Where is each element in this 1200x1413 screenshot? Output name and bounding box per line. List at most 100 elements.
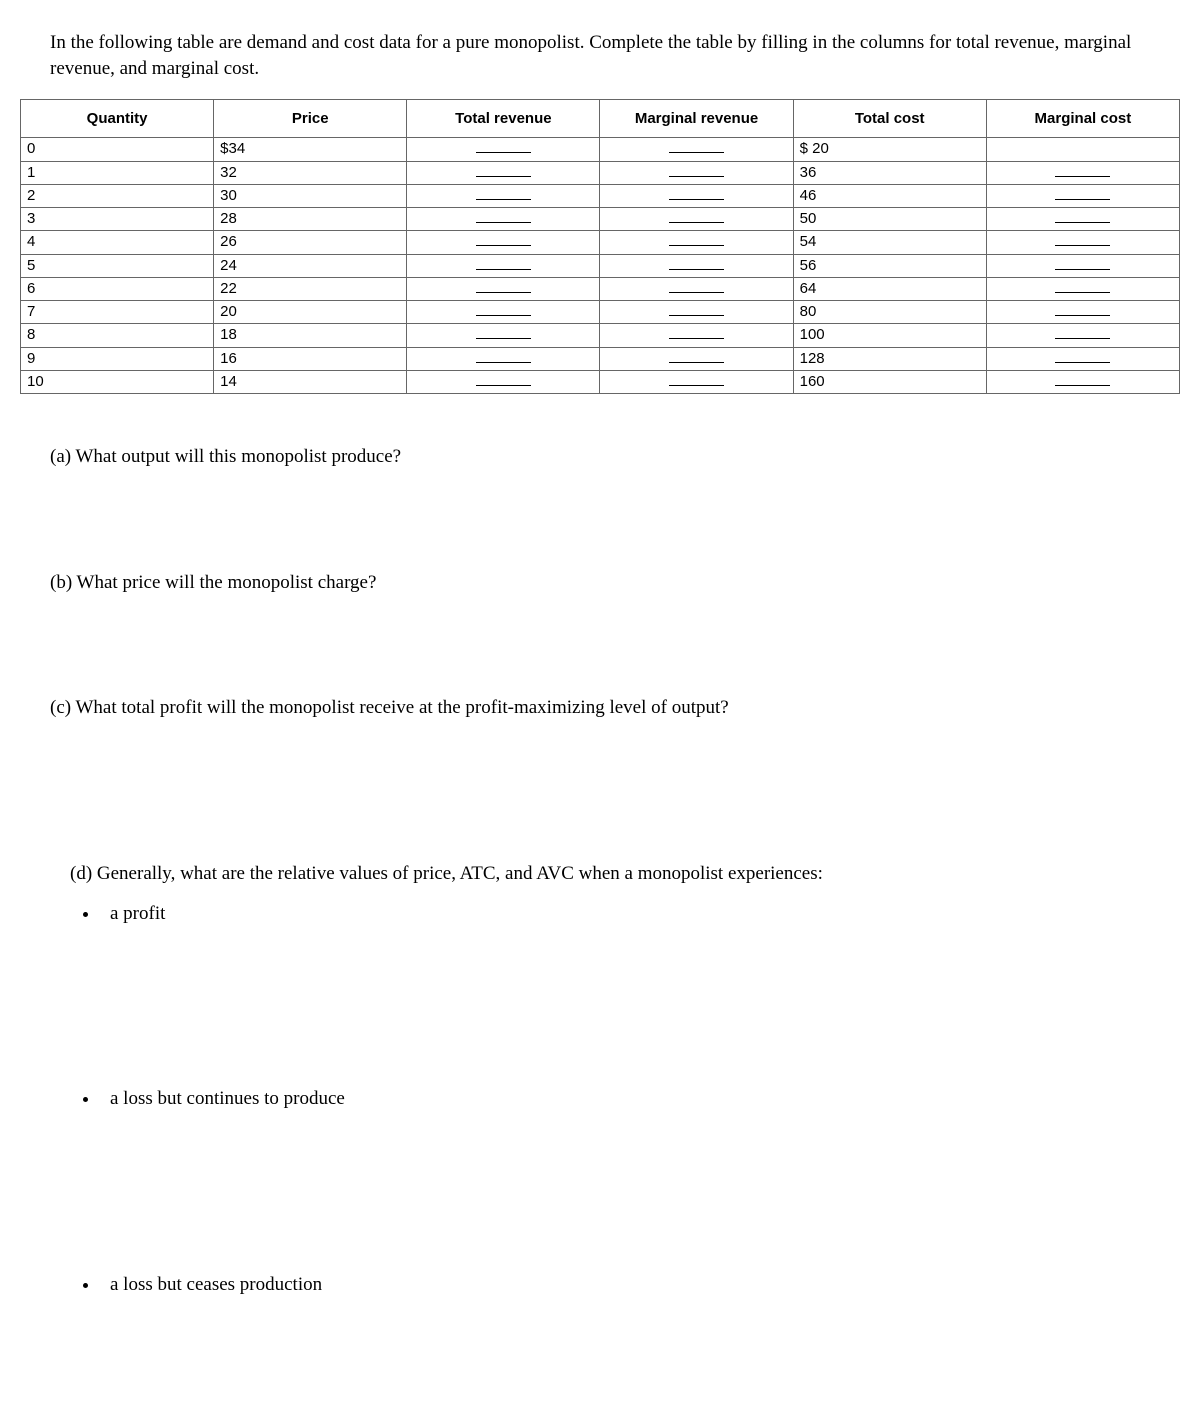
blank-line [669,199,724,200]
cell-total-revenue-blank [407,254,600,277]
cell-total-revenue-blank [407,161,600,184]
table-row: 230 46 [21,184,1180,207]
cell-quantity: 9 [21,347,214,370]
cell-total-cost: 160 [793,370,986,393]
cell-price: 20 [214,301,407,324]
header-marginal-revenue: Marginal revenue [600,100,793,138]
cell-total-revenue-blank [407,138,600,161]
blank-line [669,292,724,293]
blank-line [1055,199,1110,200]
question-b: (b) What price will the monopolist charg… [50,570,1180,596]
cell-quantity: 8 [21,324,214,347]
cell-price: 28 [214,208,407,231]
blank-line [669,338,724,339]
cell-marginal-cost-blank [986,277,1179,300]
cell-total-cost: 36 [793,161,986,184]
blank-line [1055,269,1110,270]
monopolist-data-table: Quantity Price Total revenue Marginal re… [20,99,1180,394]
cell-marginal-cost-blank [986,231,1179,254]
blank-line [669,362,724,363]
cell-quantity: 10 [21,370,214,393]
cell-marginal-revenue-blank [600,277,793,300]
question-c: (c) What total profit will the monopolis… [50,695,1180,721]
cell-total-cost: 54 [793,231,986,254]
header-total-cost: Total cost [793,100,986,138]
cell-marginal-cost-blank [986,161,1179,184]
cell-total-cost: 50 [793,208,986,231]
blank-line [669,176,724,177]
table-row: 916 128 [21,347,1180,370]
blank-line [669,245,724,246]
cell-marginal-revenue-blank [600,301,793,324]
table-row: 1014 160 [21,370,1180,393]
cell-price: 30 [214,184,407,207]
header-total-revenue: Total revenue [407,100,600,138]
question-a: (a) What output will this monopolist pro… [50,444,1180,470]
cell-total-revenue-blank [407,184,600,207]
cell-marginal-revenue-blank [600,208,793,231]
header-price: Price [214,100,407,138]
cell-quantity: 3 [21,208,214,231]
cell-total-revenue-blank [407,277,600,300]
cell-total-revenue-blank [407,347,600,370]
blank-line [1055,362,1110,363]
cell-marginal-cost-blank [986,138,1179,161]
cell-total-cost: 46 [793,184,986,207]
cell-price: $34 [214,138,407,161]
header-quantity: Quantity [21,100,214,138]
cell-marginal-cost-blank [986,347,1179,370]
cell-price: 16 [214,347,407,370]
cell-total-cost: $ 20 [793,138,986,161]
cell-price: 14 [214,370,407,393]
cell-total-revenue-blank [407,324,600,347]
question-d-intro: (d) Generally, what are the relative val… [70,861,1180,887]
cell-marginal-revenue-blank [600,138,793,161]
blank-line [476,176,531,177]
cell-total-cost: 64 [793,277,986,300]
table-row: 524 56 [21,254,1180,277]
blank-line [669,152,724,153]
cell-price: 26 [214,231,407,254]
blank-line [669,315,724,316]
cell-quantity: 0 [21,138,214,161]
blank-line [669,269,724,270]
cell-quantity: 1 [21,161,214,184]
blank-line [476,315,531,316]
blank-line [669,385,724,386]
blank-line [476,152,531,153]
cell-marginal-revenue-blank [600,184,793,207]
cell-quantity: 5 [21,254,214,277]
d-item-loss-continue: a loss but continues to produce [100,1086,1180,1112]
blank-line [1055,315,1110,316]
cell-total-cost: 100 [793,324,986,347]
cell-total-cost: 56 [793,254,986,277]
d-item-profit: a profit [100,901,1180,927]
blank-line [476,292,531,293]
blank-line [1055,385,1110,386]
blank-line [669,222,724,223]
table-row: 818 100 [21,324,1180,347]
cell-total-cost: 128 [793,347,986,370]
cell-quantity: 6 [21,277,214,300]
table-row: 62264 [21,277,1180,300]
blank-line [1055,176,1110,177]
blank-line [1055,292,1110,293]
cell-total-revenue-blank [407,301,600,324]
header-marginal-cost: Marginal cost [986,100,1179,138]
cell-marginal-revenue-blank [600,370,793,393]
cell-quantity: 2 [21,184,214,207]
cell-price: 18 [214,324,407,347]
intro-text: In the following table are demand and co… [50,30,1170,81]
cell-total-revenue-blank [407,231,600,254]
cell-price: 24 [214,254,407,277]
d-item-loss-cease: a loss but ceases production [100,1272,1180,1298]
blank-line [476,385,531,386]
blank-line [476,199,531,200]
cell-price: 32 [214,161,407,184]
blank-line [476,222,531,223]
cell-total-revenue-blank [407,208,600,231]
cell-marginal-cost-blank [986,254,1179,277]
blank-line [476,269,531,270]
cell-marginal-cost-blank [986,370,1179,393]
blank-line [476,338,531,339]
